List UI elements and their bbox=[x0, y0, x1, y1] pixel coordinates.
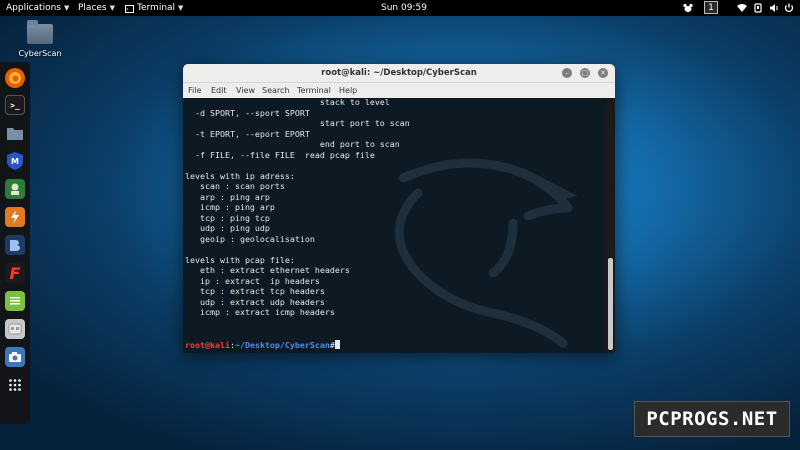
menu-search[interactable]: Search bbox=[262, 83, 289, 98]
menu-view[interactable]: View bbox=[236, 83, 255, 98]
app-grid-icon bbox=[9, 379, 21, 391]
output-line: eth : extract ethernet headers bbox=[199, 265, 350, 275]
output-line: tcp : ping tcp bbox=[199, 212, 270, 223]
terminal-icon: › bbox=[125, 5, 134, 13]
output-line: -t EPORT, --eport EPORT bbox=[194, 128, 310, 139]
desktop-folder-label: CyberScan bbox=[18, 49, 62, 58]
terminal-icon: >_ bbox=[10, 100, 20, 110]
dock-firefox[interactable] bbox=[5, 68, 25, 88]
dock-terminal[interactable]: >_ bbox=[5, 95, 25, 115]
terminal-label: Terminal bbox=[137, 3, 176, 13]
scrollbar-thumb[interactable] bbox=[608, 258, 613, 350]
output-line: icmp : ping arp bbox=[199, 202, 275, 212]
svg-text:M: M bbox=[11, 157, 19, 166]
close-button[interactable]: ✕ bbox=[598, 68, 608, 78]
output-line: stack to level bbox=[319, 98, 390, 107]
output-line: -f FILE, --file FILE read pcap file bbox=[194, 149, 375, 160]
dock-metasploit[interactable]: M bbox=[5, 151, 25, 171]
leafpad-icon bbox=[10, 297, 20, 305]
watermark: PCPROGS.NET bbox=[634, 401, 790, 437]
dock-screenshot[interactable] bbox=[5, 347, 25, 367]
dock-faraday[interactable]: F bbox=[5, 263, 25, 283]
power-icon[interactable] bbox=[783, 0, 795, 16]
faraday-icon: F bbox=[9, 263, 21, 283]
dock-burpsuite[interactable] bbox=[5, 207, 25, 227]
desktop-folder-cyberscan[interactable]: CyberScan bbox=[18, 20, 62, 58]
maximize-button[interactable]: □ bbox=[580, 68, 590, 78]
output-line: ip : extract ip headers bbox=[199, 275, 320, 286]
volume-icon[interactable] bbox=[769, 0, 779, 16]
menu-file[interactable]: File bbox=[188, 83, 201, 98]
dock-files[interactable] bbox=[5, 123, 25, 143]
dock-show-apps[interactable] bbox=[5, 375, 25, 395]
output-line: udp : ping udp bbox=[199, 223, 270, 233]
chevron-down-icon: ▼ bbox=[109, 4, 116, 12]
network-icon[interactable] bbox=[753, 0, 763, 16]
metasploit-icon: M bbox=[7, 152, 23, 170]
output-line: -d SPORT, --sport SPORT bbox=[194, 107, 310, 118]
wifi-icon[interactable] bbox=[736, 0, 748, 16]
minimize-button[interactable]: – bbox=[562, 68, 572, 78]
output-line: start port to scan bbox=[319, 118, 410, 128]
text-cursor bbox=[334, 340, 340, 349]
dock: >_ M F bbox=[0, 62, 30, 424]
cherrytree-icon bbox=[8, 323, 22, 335]
dock-beef[interactable] bbox=[5, 235, 25, 255]
menu-help[interactable]: Help bbox=[339, 83, 357, 98]
output-line: arp : ping arp bbox=[199, 191, 270, 202]
close-icon: ✕ bbox=[600, 69, 606, 77]
maximize-icon: □ bbox=[581, 69, 589, 77]
prompt-path: ~/Desktop/CyberScan bbox=[234, 340, 330, 350]
dock-armitage[interactable] bbox=[5, 179, 25, 199]
chevron-down-icon: ▼ bbox=[178, 4, 184, 12]
scrollbar[interactable] bbox=[606, 98, 615, 353]
title-bar[interactable]: root@kali: ~/Desktop/CyberScan – □ ✕ bbox=[183, 64, 615, 83]
terminal-app-menu[interactable]: › Terminal ▼ bbox=[125, 0, 183, 16]
output-line: udp : extract udp headers bbox=[199, 296, 325, 307]
clock[interactable]: Sun 09:59 bbox=[381, 0, 427, 16]
output-line: end port to scan bbox=[319, 139, 400, 149]
chevron-down-icon: ▼ bbox=[63, 4, 70, 12]
terminal-window[interactable]: root@kali: ~/Desktop/CyberScan – □ ✕ Fil… bbox=[183, 64, 615, 353]
folder-icon bbox=[27, 20, 53, 44]
output-line: scan : scan ports bbox=[199, 181, 285, 191]
places-label: Places bbox=[78, 3, 107, 13]
files-icon bbox=[7, 127, 23, 140]
camera-icon bbox=[9, 352, 21, 362]
output-line: tcp : extract tcp headers bbox=[199, 286, 325, 296]
output-lines: stack to level -d SPORT, --sport SPORT s… bbox=[185, 98, 410, 318]
shell-prompt[interactable]: root@kali:~/Desktop/CyberScan# bbox=[185, 340, 340, 351]
menu-bar: File Edit View Search Terminal Help bbox=[183, 83, 615, 98]
bug-icon[interactable] bbox=[682, 0, 694, 16]
dock-cherrytree[interactable] bbox=[5, 319, 25, 339]
dock-leafpad[interactable] bbox=[5, 291, 25, 311]
menu-edit[interactable]: Edit bbox=[211, 83, 227, 98]
menu-terminal[interactable]: Terminal bbox=[297, 83, 331, 98]
burpsuite-icon bbox=[11, 210, 19, 224]
output-line: levels with ip adress: bbox=[185, 170, 295, 181]
armitage-icon bbox=[11, 183, 19, 195]
prompt-user: root@kali bbox=[185, 340, 230, 350]
applications-label: Applications bbox=[6, 3, 61, 13]
minimize-icon: – bbox=[565, 69, 569, 77]
firefox-icon bbox=[9, 72, 21, 84]
places-menu[interactable]: Places ▼ bbox=[78, 0, 115, 16]
terminal-output[interactable]: stack to level -d SPORT, --sport SPORT s… bbox=[183, 98, 606, 353]
top-bar: Applications ▼ Places ▼ › Terminal ▼ Sun 09:… bbox=[0, 0, 800, 16]
window-title: root@kali: ~/Desktop/CyberScan bbox=[321, 68, 477, 78]
output-line: icmp : extract icmp headers bbox=[199, 307, 335, 317]
beef-icon bbox=[10, 240, 20, 251]
output-line: geoip : geolocalisation bbox=[199, 233, 315, 244]
applications-menu[interactable]: Applications ▼ bbox=[6, 0, 69, 16]
output-line: levels with pcap file: bbox=[185, 254, 295, 265]
workspace-indicator[interactable]: 1 bbox=[704, 1, 718, 14]
